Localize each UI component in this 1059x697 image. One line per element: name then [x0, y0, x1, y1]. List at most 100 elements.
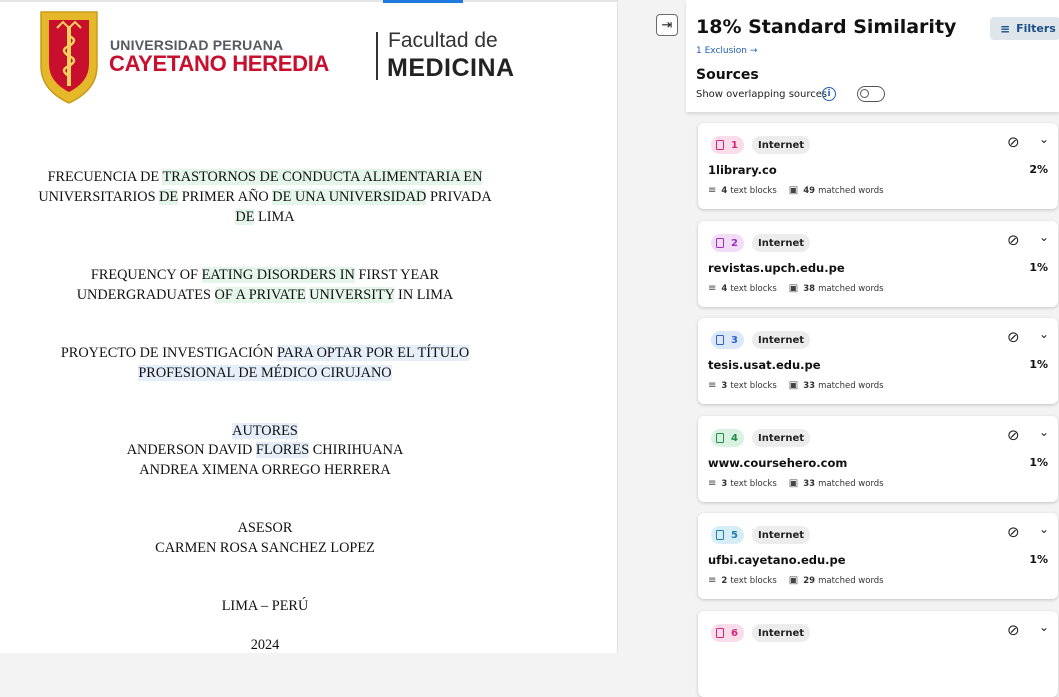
exclude-source-icon[interactable]: ⊘: [1007, 231, 1020, 249]
author-2: ANDREA XIMENA ORREGO HERRERA: [139, 462, 391, 478]
chevron-down-icon[interactable]: ⌄: [1039, 327, 1049, 341]
matched-words-icon: ▣: [788, 575, 799, 586]
source-type-badge: Internet: [752, 429, 811, 447]
similarity-panel: 18% Standard Similarity ≡ Filters 1 Excl…: [686, 0, 1059, 697]
author-1: ANDERSON DAVID FLORES CHIRIHUANA: [0, 440, 530, 460]
project-line2: PROFESIONAL DE MÉDICO CIRUJANO: [0, 363, 530, 383]
chevron-down-icon[interactable]: ⌄: [1039, 522, 1049, 536]
text-segment: IN LIMA: [394, 287, 454, 303]
matched-text-segment[interactable]: EATING DISORDERS IN: [201, 267, 355, 283]
exclude-source-icon[interactable]: ⊘: [1007, 523, 1020, 541]
chevron-down-icon[interactable]: ⌄: [1039, 620, 1049, 634]
title-en-line2: UNDERGRADUATES OF A PRIVATE UNIVERSITY I…: [0, 285, 530, 305]
text-blocks-label: text blocks: [730, 380, 777, 391]
source-name[interactable]: www.coursehero.com: [708, 456, 847, 470]
text-blocks-count: 4: [721, 283, 728, 294]
source-name[interactable]: ufbi.cayetano.edu.pe: [708, 553, 846, 567]
source-name[interactable]: 1library.co: [708, 163, 777, 177]
source-meta: ≡ 3 text blocks ▣ 33 matched words: [708, 478, 884, 489]
matched-words-icon: ▣: [788, 185, 799, 196]
source-card[interactable]: 1 Internet ⊘ ⌄ 1library.co 2% ≡ 4 text b…: [698, 123, 1058, 209]
source-card[interactable]: 6 Internet ⊘ ⌄: [698, 611, 1058, 697]
source-number-badge: 1: [711, 136, 744, 154]
text-segment: FIRST YEAR: [354, 267, 440, 283]
filters-label: Filters: [1016, 22, 1056, 35]
source-meta: ≡ 4 text blocks ▣ 49 matched words: [708, 185, 884, 196]
faculty-line2: MEDICINA: [387, 54, 515, 82]
source-number: 2: [731, 237, 738, 249]
text-segment: ANDERSON DAVID: [126, 442, 256, 458]
faculty-line1: Facultad de: [388, 29, 498, 52]
text-segment: PROYECTO DE INVESTIGACIÓN: [60, 345, 277, 361]
matched-words-count: 33: [803, 380, 816, 391]
sources-heading: Sources: [696, 67, 759, 83]
matched-words-icon: ▣: [788, 380, 799, 391]
source-number-badge: 4: [711, 429, 744, 447]
authors-heading: AUTORES: [0, 421, 530, 441]
matched-words-label: matched words: [818, 380, 884, 391]
matched-text-segment[interactable]: PARA OPTAR POR EL TÍTULO: [277, 345, 470, 361]
document-icon: [716, 238, 724, 248]
matched-words-count: 49: [803, 185, 816, 196]
logo-divider: [376, 32, 378, 80]
matched-text-segment[interactable]: OF A PRIVATE: [214, 287, 306, 303]
matched-text-segment[interactable]: PROFESIONAL DE MÉDICO CIRUJANO: [138, 365, 392, 381]
source-meta: ≡ 4 text blocks ▣ 38 matched words: [708, 283, 884, 294]
info-icon[interactable]: i: [822, 87, 836, 101]
toggle-knob: [860, 89, 869, 98]
source-card[interactable]: 3 Internet ⊘ ⌄ tesis.usat.edu.pe 1% ≡ 3 …: [698, 318, 1058, 404]
text-segment: LIMA: [254, 209, 295, 225]
text-blocks-icon: ≡: [708, 478, 717, 489]
viewer-divider: [617, 0, 618, 653]
similarity-title: 18% Standard Similarity: [696, 16, 957, 38]
exclude-source-icon[interactable]: ⊘: [1007, 426, 1020, 444]
project-line1: PROYECTO DE INVESTIGACIÓN PARA OPTAR POR…: [0, 343, 530, 363]
matched-text-segment[interactable]: DE: [159, 189, 179, 205]
text-blocks-icon: ≡: [708, 283, 717, 294]
document-icon: [716, 433, 724, 443]
source-card[interactable]: 5 Internet ⊘ ⌄ ufbi.cayetano.edu.pe 1% ≡…: [698, 513, 1058, 599]
filters-button[interactable]: ≡ Filters: [990, 17, 1059, 40]
source-number-badge: 3: [711, 331, 744, 349]
text-blocks-count: 3: [721, 478, 728, 489]
matched-text-segment[interactable]: TRASTORNOS DE CONDUCTA ALIMENTARIA EN: [162, 169, 483, 185]
chevron-down-icon[interactable]: ⌄: [1039, 425, 1049, 439]
text-blocks-icon: ≡: [708, 575, 717, 586]
matched-words-label: matched words: [818, 283, 884, 294]
overlap-toggle[interactable]: [857, 86, 885, 102]
text-segment: PRIMER AÑO: [178, 189, 273, 205]
source-number: 6: [731, 627, 738, 639]
matched-text-segment[interactable]: DE: [235, 209, 255, 225]
exclude-source-icon[interactable]: ⊘: [1007, 621, 1020, 639]
source-type-badge: Internet: [752, 526, 811, 544]
doc-top-border: [0, 0, 617, 2]
source-name[interactable]: tesis.usat.edu.pe: [708, 358, 821, 372]
matched-text-segment[interactable]: DE UNA UNIVERSIDAD: [272, 189, 427, 205]
place: LIMA – PERÚ: [221, 598, 309, 614]
source-number-badge: 6: [711, 624, 744, 642]
chevron-down-icon[interactable]: ⌄: [1039, 132, 1049, 146]
text-segment: UNIVERSITARIOS: [38, 189, 160, 205]
collapse-panel-icon: ⇥: [661, 17, 673, 33]
matched-words-icon: ▣: [788, 283, 799, 294]
matched-words-count: 33: [803, 478, 816, 489]
document-viewer[interactable]: UNIVERSIDAD PERUANA CAYETANO HEREDIA Fac…: [0, 0, 617, 653]
text-blocks-label: text blocks: [730, 283, 777, 294]
matched-text-segment[interactable]: FLORES: [255, 442, 310, 458]
matched-words-label: matched words: [818, 478, 884, 489]
source-name[interactable]: revistas.upch.edu.pe: [708, 261, 845, 275]
document-icon: [716, 335, 724, 345]
chevron-down-icon[interactable]: ⌄: [1039, 230, 1049, 244]
source-number-badge: 5: [711, 526, 744, 544]
source-percentage: 1%: [1029, 456, 1048, 469]
source-card[interactable]: 2 Internet ⊘ ⌄ revistas.upch.edu.pe 1% ≡…: [698, 221, 1058, 307]
exclude-source-icon[interactable]: ⊘: [1007, 328, 1020, 346]
source-percentage: 1%: [1029, 261, 1048, 274]
text-segment: PRIVADA: [426, 189, 492, 205]
text-blocks-label: text blocks: [730, 478, 777, 489]
collapse-panel-button[interactable]: ⇥: [656, 14, 678, 36]
exclusion-link[interactable]: 1 Exclusion →: [696, 46, 757, 56]
exclude-source-icon[interactable]: ⊘: [1007, 133, 1020, 151]
source-card[interactable]: 4 Internet ⊘ ⌄ www.coursehero.com 1% ≡ 3…: [698, 416, 1058, 502]
matched-text-segment[interactable]: UNIVERSITY: [309, 287, 395, 303]
